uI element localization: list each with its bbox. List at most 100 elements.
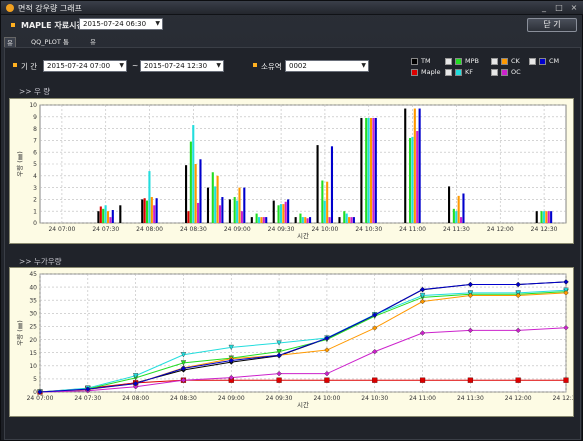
x-tick-label: 24 12:30 [553, 395, 573, 402]
x-axis-label: 시간 [297, 400, 309, 409]
y-tick-label: 1 [33, 208, 37, 215]
tab-flow-graph[interactable]: 유량도 [4, 37, 16, 67]
bar-ck [326, 181, 329, 223]
bar-kf [236, 200, 239, 223]
tab-statistics[interactable]: 통계치 [61, 37, 71, 66]
bar-cm [111, 210, 114, 223]
close-icon[interactable]: × [567, 3, 581, 13]
x-tick-label: 24 12:30 [531, 226, 558, 233]
legend-checkbox-cm[interactable] [529, 58, 536, 65]
bullet-icon [13, 63, 17, 67]
bar-cm [287, 199, 290, 223]
bar-oc [372, 117, 375, 223]
bar-kf [104, 205, 107, 223]
bar-kf [455, 211, 458, 223]
window-title: 면적 강우량 그래프 [18, 4, 82, 13]
x-axis-label: 시간 [297, 231, 309, 240]
x-tick-label: 24 08:30 [170, 395, 197, 402]
y-tick-label: 2 [33, 197, 37, 204]
cumulative-section-title: >> 누가우량 [19, 257, 62, 266]
bar-kf [214, 186, 217, 223]
y-tick-label: 5 [33, 161, 37, 168]
bar-cm [462, 193, 465, 223]
bar-cm [199, 159, 202, 223]
bar-mpb [321, 180, 324, 223]
bar-mpb [255, 213, 258, 223]
y-tick-label: 0 [33, 220, 37, 227]
start-date-select[interactable]: 2015-07-24 07:00 ▼ [43, 60, 127, 72]
bar-oc [284, 201, 287, 223]
tab-flow-values[interactable]: 유량값 [88, 37, 98, 66]
bar-cm [550, 211, 553, 223]
cumulative-chart-frame: 0 5 10 15 20 25 30 35 40 45 24 07:00 24 07:30 24 08:… [9, 267, 580, 417]
legend-swatch-kf [455, 69, 462, 76]
tab-qq-plot[interactable]: QQ_PLOT [29, 37, 63, 47]
y-tick-label: 35 [29, 297, 37, 304]
maximize-icon[interactable]: □ [552, 3, 566, 13]
x-tick-label: 24 07:30 [92, 226, 119, 233]
legend-swatch-tm [411, 58, 418, 65]
source-time-label: MAPLE 자료시간 [21, 21, 84, 30]
y-tick-label: 8 [33, 126, 37, 133]
y-tick-label: 40 [29, 284, 37, 291]
plot-area [39, 273, 567, 393]
bar-cm [352, 217, 355, 223]
legend-swatch-maple [411, 69, 418, 76]
legend-checkbox-ck[interactable] [491, 58, 498, 65]
bar-tm [272, 200, 275, 223]
bar-tm [360, 117, 363, 223]
bar-cm [243, 187, 246, 223]
content-panel: 기 간 2015-07-24 07:00 ▼ ~ 2015-07-24 12:3… [4, 47, 581, 440]
bar-ck [282, 204, 285, 223]
bar-tm [206, 187, 210, 223]
point-maple [372, 377, 378, 383]
bar-oc [197, 202, 200, 223]
chevron-down-icon: ▼ [119, 62, 124, 69]
bar-maple [99, 206, 102, 223]
bar-mpb [540, 211, 543, 223]
bar-tm [338, 217, 341, 223]
bullet-icon [253, 63, 257, 67]
bar-ck [150, 197, 153, 223]
plot-area [39, 104, 567, 224]
x-tick-label: 24 10:30 [355, 226, 382, 233]
bar-tm [141, 199, 144, 223]
bar-ck [106, 211, 110, 223]
end-date-select[interactable]: 2015-07-24 12:30 ▼ [140, 60, 224, 72]
bar-cm [309, 217, 312, 223]
period-label: 기 간 [21, 62, 38, 71]
bar-oc [306, 218, 309, 223]
bar-cm [418, 108, 421, 223]
source-time-select[interactable]: 2015-07-24 06:30 ▼ [79, 18, 163, 30]
app-window: 면적 강우량 그래프 _ □ × MAPLE 자료시간 2015-07-24 0… [0, 0, 583, 441]
x-tick-label: 24 07:00 [48, 226, 75, 233]
legend-checkbox-mpb[interactable] [445, 58, 452, 65]
bar-kf [301, 217, 304, 223]
bar-tm [404, 108, 407, 223]
legend-label-kf: KF [465, 68, 474, 76]
bar-kf [345, 213, 348, 223]
close-button[interactable]: 닫 기 [527, 18, 577, 32]
legend-checkbox-oc[interactable] [491, 69, 498, 76]
x-tick-label: 24 09:30 [266, 395, 293, 402]
legend-swatch-ck [501, 58, 508, 65]
bar-mpb [452, 208, 455, 223]
minimize-icon[interactable]: _ [537, 3, 551, 13]
bar-cm [374, 117, 377, 223]
bar-tm [294, 217, 297, 223]
rainfall-bar-chart: 0 1 2 3 4 5 6 7 8 9 10 24 07:00 24 07:30 24 08:00 24 0… [16, 102, 567, 240]
bar-ck [348, 217, 351, 223]
bar-mpb [233, 197, 236, 223]
basin-select[interactable]: 0002 ▼ [285, 60, 369, 72]
bar-ck [413, 108, 416, 223]
bar-tm [316, 145, 319, 223]
bar-oc [350, 217, 353, 223]
legend-checkbox-kf[interactable] [445, 69, 452, 76]
bar-tm [448, 186, 451, 223]
x-tick-label: 24 09:30 [268, 226, 295, 233]
cumulative-line-chart: 05101520253035404524 07:00 24 07:30 24 08:… [16, 271, 580, 409]
y-tick-label: 20 [29, 337, 37, 344]
bar-mpb [299, 213, 302, 223]
app-icon [6, 4, 14, 12]
legend-label-ck: CK [511, 57, 520, 65]
